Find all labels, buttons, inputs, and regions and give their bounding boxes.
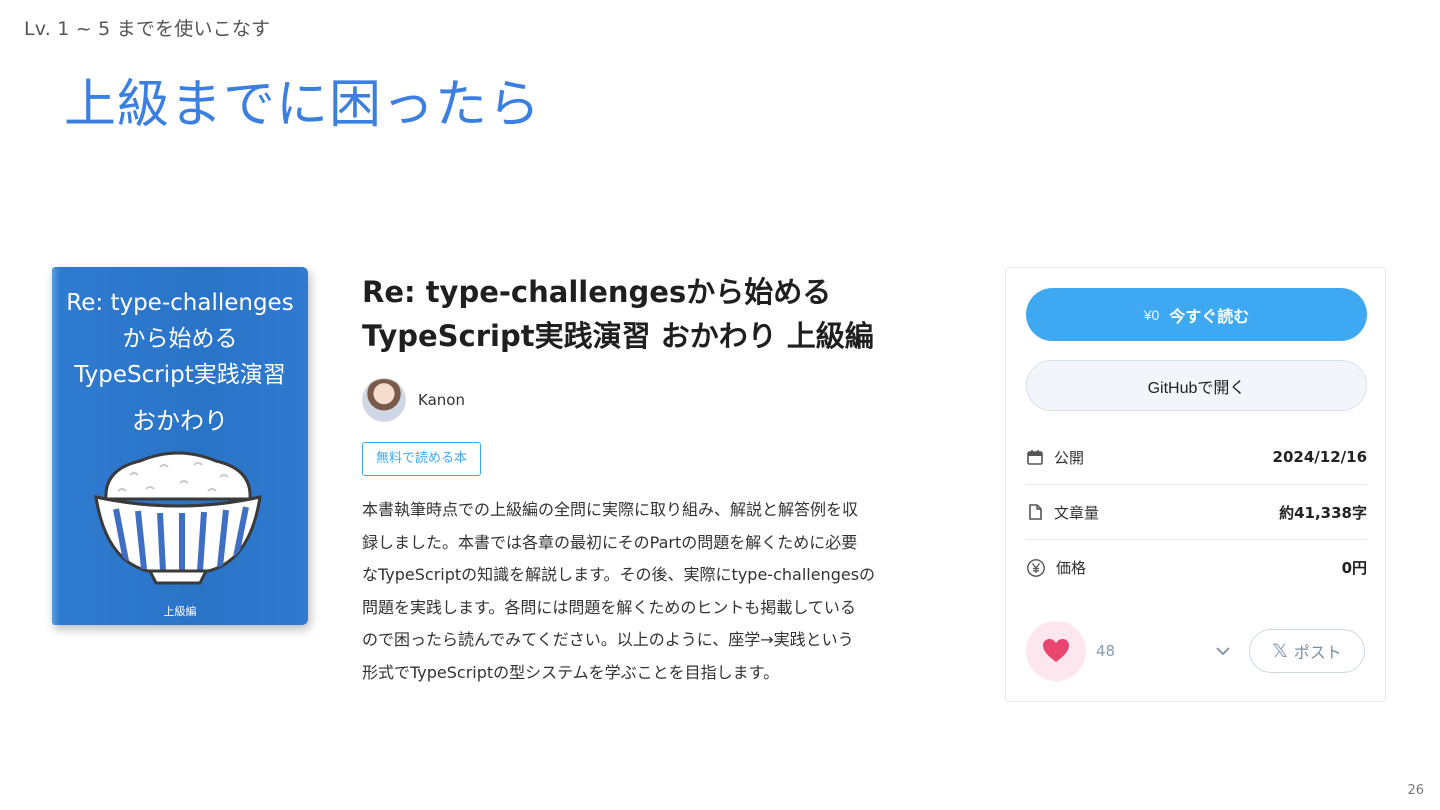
author-name: Kanon	[418, 391, 465, 409]
open-github-button[interactable]: GitHubで開く	[1026, 360, 1367, 411]
cover-title-line: TypeScript実践演習	[74, 362, 286, 388]
like-count: 48	[1096, 642, 1116, 660]
heart-icon	[1043, 639, 1069, 662]
slide-breadcrumb: Lv. 1 ~ 5 までを使いこなす	[24, 18, 271, 40]
post-to-x-button[interactable]: 𝕏 ポスト	[1249, 629, 1366, 673]
meta-label: 公開	[1054, 448, 1085, 467]
meta-label: 文章量	[1054, 503, 1100, 522]
book-title-line: Re: type-challengesから始める	[362, 275, 832, 309]
read-now-button[interactable]: ¥0 今すぐ読む	[1026, 288, 1367, 341]
description-line: 形式でTypeScriptの型システムを学ぶことを目指します。	[362, 662, 780, 682]
yen-icon	[1027, 558, 1045, 577]
cover-footer: 上級編	[163, 605, 197, 618]
x-logo-icon: 𝕏	[1272, 640, 1288, 662]
book-title[interactable]: Re: type-challengesから始める TypeScript実践演習 …	[362, 270, 962, 358]
like-button[interactable]	[1026, 621, 1086, 681]
book-cover[interactable]: Re: type-challenges から始める TypeScript実践演習…	[52, 267, 308, 625]
description-line: なTypeScriptの知識を解説します。その後、実際にtype-challen…	[362, 565, 876, 584]
read-now-price: ¥0	[1143, 306, 1160, 323]
cover-title-line: から始める	[122, 326, 238, 352]
document-icon	[1029, 504, 1042, 520]
description-line: 録しました。本書では各章の最初にそのPartの問題を解くために必要	[362, 532, 858, 552]
book-title-line: TypeScript実践演習 おかわり 上級編	[362, 319, 874, 353]
free-book-badge[interactable]: 無料で読める本	[362, 442, 482, 476]
slide-title: 上級までに困ったら	[64, 75, 542, 135]
book-description: 本書執筆時点での上級編の全問に実際に取り組み、解説と解答例を収 録しました。本書…	[362, 494, 932, 689]
read-now-label: 今すぐ読む	[1169, 308, 1250, 326]
meta-value: 約41,338字	[1279, 503, 1367, 522]
chevron-down-icon[interactable]	[1211, 639, 1235, 663]
actions-row: 48 𝕏 ポスト	[1026, 620, 1367, 682]
meta-price: 価格 0円	[1026, 540, 1367, 595]
rice-bowl-icon	[94, 451, 262, 585]
page-number: 26	[1407, 783, 1424, 798]
book-side-panel: ¥0 今すぐ読む GitHubで開く 公開 2024/12/16 文章量 約41…	[1005, 267, 1386, 702]
meta-label: 価格	[1056, 559, 1087, 577]
meta-value: 2024/12/16	[1272, 448, 1367, 466]
description-line: 問題を実践します。各問には問題を解くためのヒントも掲載している	[362, 597, 856, 617]
author[interactable]: Kanon	[362, 378, 465, 422]
calendar-icon	[1027, 450, 1043, 465]
meta-word-count: 文章量 約41,338字	[1026, 485, 1367, 540]
meta-value: 0円	[1341, 559, 1367, 577]
cover-title-line: Re: type-challenges	[66, 290, 294, 316]
description-line: 本書執筆時点での上級編の全問に実際に取り組み、解説と解答例を収	[362, 500, 859, 519]
meta-published: 公開 2024/12/16	[1026, 430, 1367, 485]
post-label: ポスト	[1293, 643, 1342, 662]
description-line: ので困ったら読んでみてください。以上のように、座学→実践という	[362, 630, 854, 649]
avatar	[362, 378, 406, 422]
cover-subtitle: おかわり	[132, 407, 228, 435]
